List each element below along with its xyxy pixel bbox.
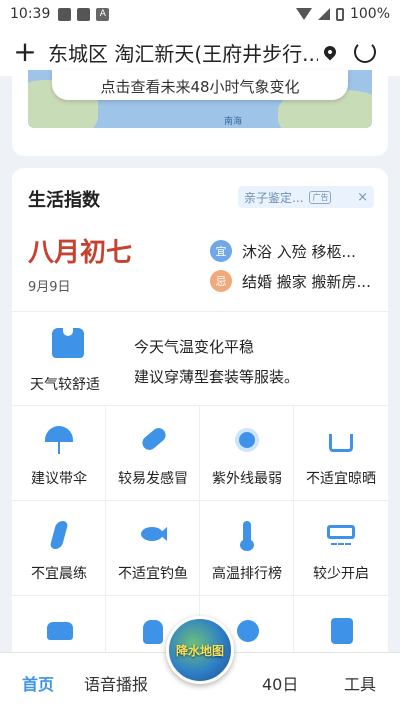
virus-icon <box>231 614 263 646</box>
index-item-fishing[interactable]: 不适宜钓鱼 <box>106 501 200 596</box>
map-sea-label: 南海 <box>224 117 243 127</box>
ad-text: 亲子鉴定... <box>244 190 304 205</box>
index-item-label: 高温排行榜 <box>212 566 282 582</box>
notification-icon <box>58 7 72 21</box>
life-index-title: 生活指数 <box>28 190 100 211</box>
close-icon[interactable]: × <box>357 190 368 205</box>
hanger-icon <box>325 424 357 456</box>
nav-40-day[interactable]: 40日 <box>262 671 298 695</box>
index-item-air-conditioner[interactable]: 较少开启 <box>294 501 388 596</box>
fish-icon <box>137 519 169 551</box>
ad-banner[interactable]: 亲子鉴定... 广告 × <box>238 186 374 208</box>
divider <box>12 311 388 312</box>
nav-home[interactable]: 首页 <box>22 671 54 695</box>
ad-tag: 广告 <box>309 190 332 204</box>
shirt-icon <box>52 328 84 358</box>
index-item-label: 不适宜晾晒 <box>306 471 376 487</box>
signal-icon <box>317 8 330 20</box>
ji-badge: 忌 <box>210 270 232 292</box>
runner-icon <box>43 519 75 551</box>
pill-icon <box>137 424 169 456</box>
refresh-icon[interactable] <box>354 41 376 63</box>
dressing-advice-line1: 今天气温变化平稳 <box>134 338 255 356</box>
precipitation-map-button[interactable]: 降水地图 <box>166 616 234 684</box>
index-item-label: 紫外线最弱 <box>212 471 282 487</box>
index-item-label: 不宜晨练 <box>31 566 87 582</box>
car-icon <box>43 614 75 646</box>
battery-level: 100% <box>349 6 390 22</box>
almanac-yi-row[interactable]: 宜 沐浴 入殓 移柩... <box>210 240 356 262</box>
header: + 东城区 淘汇新天(王府井步行... <box>0 28 400 76</box>
yi-items: 沐浴 入殓 移柩... <box>242 242 356 261</box>
radar-map-card[interactable]: 南海 点击查看未来48小时气象变化 <box>12 70 388 156</box>
notification-a-icon: A <box>96 7 110 21</box>
index-item-umbrella[interactable]: 建议带伞 <box>12 406 106 501</box>
almanac-ji-row[interactable]: 忌 结婚 搬家 搬新房... <box>210 270 371 292</box>
location-pin-icon <box>321 43 339 61</box>
index-item-label: 较少开启 <box>313 566 369 582</box>
index-item-uv[interactable]: 紫外线最弱 <box>200 406 294 501</box>
precipitation-map-label: 降水地图 <box>175 643 224 658</box>
lunar-date: 八月初七 <box>28 238 133 268</box>
nav-tools[interactable]: 工具 <box>344 671 376 695</box>
index-item-heat-ranking[interactable]: 高温排行榜 <box>200 501 294 596</box>
yi-badge: 宜 <box>210 240 232 262</box>
index-item-drying[interactable]: 不适宜晾晒 <box>294 406 388 501</box>
index-item-label: 不适宜钓鱼 <box>118 566 188 582</box>
air-conditioner-icon <box>325 519 357 551</box>
thermometer-icon <box>231 519 263 551</box>
coupon-icon <box>325 614 357 646</box>
dressing-advice-line2: 建议穿薄型套装等服装。 <box>134 368 300 386</box>
index-item-label: 建议带伞 <box>31 471 87 487</box>
index-item-cold[interactable]: 较易发感冒 <box>106 406 200 501</box>
comfort-label: 天气较舒适 <box>30 377 100 393</box>
sun-icon <box>231 424 263 456</box>
location-title[interactable]: 东城区 淘汇新天(王府井步行... <box>48 38 318 67</box>
notification-icon <box>77 7 91 21</box>
umbrella-icon <box>43 424 75 456</box>
status-bar: 10:39 A 100% <box>0 0 400 28</box>
wifi-icon <box>295 8 312 20</box>
solar-date: 9月9日 <box>28 280 71 295</box>
index-item-exercise[interactable]: 不宜晨练 <box>12 501 106 596</box>
index-item-label: 较易发感冒 <box>118 471 188 487</box>
bag-icon <box>137 614 169 646</box>
status-time: 10:39 <box>10 6 51 22</box>
forecast-48h-button[interactable]: 点击查看未来48小时气象变化 <box>52 70 348 100</box>
battery-icon <box>335 7 344 21</box>
nav-voice-broadcast[interactable]: 语音播报 <box>84 671 148 695</box>
ji-items: 结婚 搬家 搬新房... <box>242 272 371 291</box>
add-city-icon[interactable]: + <box>10 38 40 66</box>
